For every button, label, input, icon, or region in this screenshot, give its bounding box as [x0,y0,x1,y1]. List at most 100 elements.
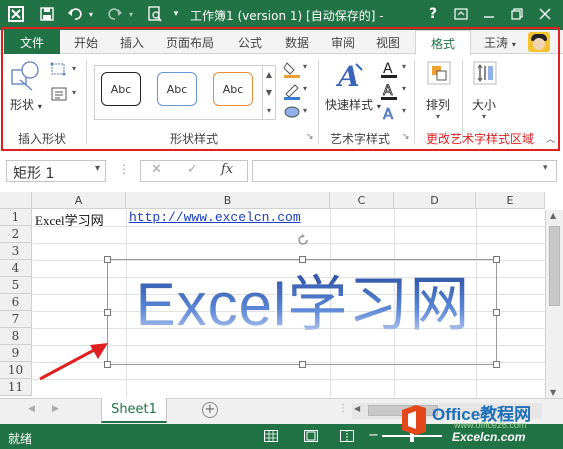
minimize-icon[interactable] [476,2,502,26]
shape-effects-icon[interactable] [283,104,301,120]
text-box-dropdown-icon[interactable]: ▾ [72,88,76,97]
prev-sheet-icon[interactable]: ◀ [28,404,35,414]
formula-bar-handle-icon[interactable]: ⋮ [118,162,130,176]
edit-shape-icon[interactable] [50,62,70,78]
worksheet-grid[interactable]: A B C D E 1 2 3 4 5 6 7 8 9 10 11 Excel学… [0,192,545,398]
next-sheet-icon[interactable]: ▶ [52,404,59,414]
tab-file[interactable]: 文件 [4,30,60,54]
quick-styles-button[interactable]: 快速样式 ▾ [325,96,381,113]
shape-fill-icon[interactable] [283,60,301,78]
tab-view[interactable]: 视图 [376,30,400,54]
group-separator [414,60,415,144]
tab-insert[interactable]: 插入 [120,30,144,54]
sheet-scroll-handle-icon[interactable]: ⋮ [338,403,348,414]
resize-handle[interactable] [299,256,306,263]
resize-handle[interactable] [104,309,111,316]
avatar[interactable] [528,32,550,52]
resize-handle[interactable] [493,256,500,263]
shape-fill-dropdown-icon[interactable]: ▾ [303,62,307,71]
gallery-up-icon[interactable]: ▲ [266,70,272,79]
user-name[interactable]: 王涛 ▾ [484,34,516,51]
sheet-tab-sheet1[interactable]: Sheet1 [101,398,167,423]
text-box-icon[interactable] [50,86,70,102]
formula-input[interactable] [252,160,557,182]
undo-dropdown-icon[interactable]: ▾ [86,4,96,24]
zoom-out-icon[interactable]: − [368,428,379,443]
print-preview-icon[interactable] [146,4,164,24]
shape-style-sample[interactable]: Abc [213,72,253,106]
resize-handle[interactable] [299,361,306,368]
gallery-more-icon[interactable]: ▾ [267,106,271,115]
arrange-icon [426,60,452,86]
vertical-scrollbar[interactable]: ▲ ▼ [545,210,563,398]
cell-a1[interactable]: Excel学习网 [35,210,104,229]
text-fill-dropdown-icon[interactable]: ▾ [402,62,406,71]
tab-review[interactable]: 审阅 [331,30,355,54]
tab-page-layout[interactable]: 页面布局 [166,30,214,54]
shape-outline-dropdown-icon[interactable]: ▾ [303,84,307,93]
dialog-launcher-icon[interactable]: ↘ [402,132,410,142]
undo-icon[interactable] [66,4,84,24]
svg-text:A: A [383,83,393,99]
tab-home[interactable]: 开始 [74,30,98,54]
add-sheet-icon[interactable]: + [202,402,218,418]
text-outline-icon[interactable]: A [380,82,400,100]
redo-dropdown-icon[interactable]: ▾ [126,4,136,24]
arrange-button[interactable]: 排列 ▾ [422,60,456,121]
tab-formulas[interactable]: 公式 [238,30,262,54]
shapes-icon[interactable] [10,60,42,92]
text-effects-icon[interactable]: A [380,104,400,124]
ribbon-display-icon[interactable] [448,2,474,26]
ribbon-annotation: 更改艺术字样式区域 [426,132,535,146]
resize-handle[interactable] [104,256,111,263]
enter-icon[interactable]: ✓ [187,162,198,177]
quick-styles-icon[interactable]: A [334,60,366,93]
group-separator [86,60,87,144]
text-effects-dropdown-icon[interactable]: ▾ [402,106,406,115]
cell-b1-link[interactable]: http://www.excelcn.com [129,210,301,225]
excel-icon[interactable] [6,4,26,24]
wordart-shape[interactable]: Excel学习网 [104,256,500,368]
scroll-down-icon[interactable]: ▼ [550,388,556,397]
page-layout-view-icon[interactable] [304,430,318,442]
collapse-ribbon-icon[interactable]: ︿ [546,132,555,145]
formula-bar: 矩形 1 ▾ ⋮ ✕ ✓ fx ▾ [0,152,563,192]
gallery-down-icon[interactable]: ▼ [266,88,272,97]
text-outline-dropdown-icon[interactable]: ▾ [402,84,406,93]
name-box-dropdown-icon[interactable]: ▾ [95,163,100,174]
customize-icon[interactable]: ▾ [170,4,182,24]
shape-outline-icon[interactable] [283,82,301,100]
shapes-button[interactable]: 形状 ▾ [10,96,42,113]
gallery-scroll[interactable]: ▲ ▼ ▾ [262,66,275,119]
cancel-icon[interactable]: ✕ [151,162,162,177]
dialog-launcher-icon[interactable]: ↘ [306,132,314,142]
wordart-styles-label: 艺术字样式 [330,132,391,146]
shape-style-sample[interactable]: Abc [101,72,141,106]
close-icon[interactable] [532,2,558,26]
scroll-left-icon[interactable]: ◀ [354,404,360,413]
resize-handle[interactable] [493,309,500,316]
scroll-up-icon[interactable]: ▲ [550,211,556,220]
tab-format[interactable]: 格式 [415,30,471,55]
edit-shape-dropdown-icon[interactable]: ▾ [72,64,76,73]
resize-handle[interactable] [493,361,500,368]
redo-icon[interactable] [106,4,124,24]
size-dropdown-icon: ▾ [482,112,487,121]
help-icon[interactable]: ? [420,2,446,26]
save-icon[interactable] [38,4,56,24]
expand-formula-icon[interactable]: ▾ [543,163,548,173]
text-fill-icon[interactable]: A [380,60,400,78]
formula-buttons: ✕ ✓ fx [140,160,248,182]
wordart-text: Excel学习网 [108,270,498,340]
page-break-view-icon[interactable] [340,430,354,442]
insert-function-icon[interactable]: fx [221,162,233,177]
name-box[interactable]: 矩形 1 ▾ [6,160,106,182]
tab-data[interactable]: 数据 [285,30,309,54]
shape-effects-dropdown-icon[interactable]: ▾ [303,106,307,115]
rotate-handle-icon[interactable] [296,233,310,247]
restore-icon[interactable] [504,2,530,26]
size-button[interactable]: 大小 ▾ [468,60,502,121]
normal-view-icon[interactable] [264,430,278,442]
vertical-scroll-thumb[interactable] [549,226,560,306]
shape-style-sample[interactable]: Abc [157,72,197,106]
